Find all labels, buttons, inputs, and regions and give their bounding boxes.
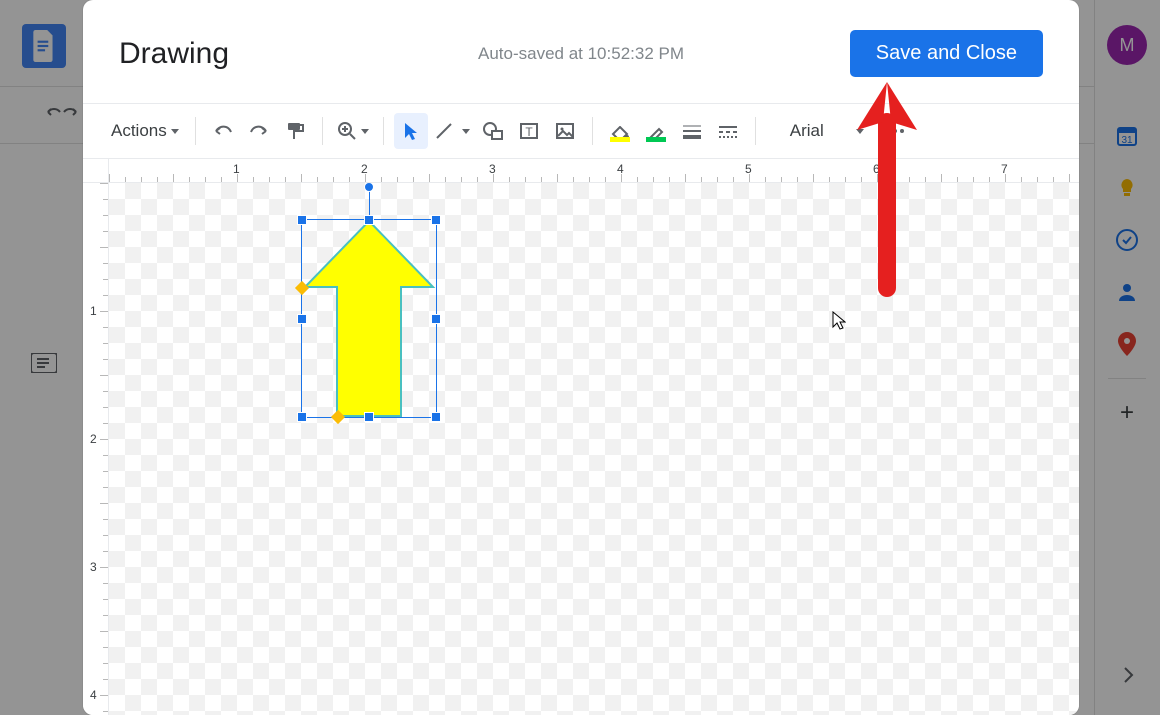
tasks-icon[interactable] <box>1094 214 1160 266</box>
collapse-side-panel-icon[interactable] <box>1095 655 1160 695</box>
rotation-handle[interactable] <box>364 183 374 192</box>
font-picker[interactable]: Arial <box>766 113 876 149</box>
drawing-dialog: Drawing Auto-saved at 10:52:32 PM Save a… <box>83 0 1079 715</box>
adjust-handle-1[interactable] <box>295 281 309 295</box>
resize-handle-bl[interactable] <box>297 412 307 422</box>
resize-handle-bm[interactable] <box>364 412 374 422</box>
undo-icon <box>40 102 84 127</box>
actions-label: Actions <box>111 121 167 141</box>
line-tool[interactable] <box>430 113 474 149</box>
outline-icon <box>24 345 64 381</box>
resize-handle-tr[interactable] <box>431 215 441 225</box>
ruler-v-label: 1 <box>90 304 97 318</box>
adjust-handle-2[interactable] <box>331 410 345 424</box>
drawing-toolbar: Actions T <box>83 103 1079 159</box>
chevron-down-icon <box>462 129 470 134</box>
dialog-title: Drawing <box>119 37 229 71</box>
image-tool[interactable] <box>548 113 582 149</box>
ruler-v-label: 3 <box>90 560 97 574</box>
save-and-close-button[interactable]: Save and Close <box>850 30 1043 77</box>
addons-plus-icon[interactable]: + <box>1094 387 1160 439</box>
drawing-canvas[interactable] <box>109 183 1079 715</box>
keep-icon[interactable] <box>1094 162 1160 214</box>
selection-box[interactable] <box>301 219 437 418</box>
docs-left-panel <box>0 145 84 715</box>
ruler-v-label: 2 <box>90 432 97 446</box>
border-color-button[interactable] <box>639 113 673 149</box>
chevron-down-icon <box>171 129 179 134</box>
docs-side-panel: M 31 + <box>1094 0 1160 715</box>
fill-color-swatch <box>610 137 630 142</box>
resize-handle-ml[interactable] <box>297 314 307 324</box>
chevron-down-icon <box>361 129 369 134</box>
redo-button[interactable] <box>242 113 276 149</box>
resize-handle-tm[interactable] <box>364 215 374 225</box>
border-color-swatch <box>646 137 666 142</box>
font-name-label: Arial <box>772 121 830 141</box>
chevron-down-icon <box>856 129 864 134</box>
actions-menu[interactable]: Actions <box>105 113 185 149</box>
docs-logo-icon <box>22 24 66 68</box>
rulers: 1234567 <box>83 159 1079 183</box>
resize-handle-tl[interactable] <box>297 215 307 225</box>
dialog-header: Drawing Auto-saved at 10:52:32 PM Save a… <box>83 0 1079 103</box>
ruler-v-label: 4 <box>90 688 97 702</box>
resize-handle-br[interactable] <box>431 412 441 422</box>
resize-handle-mr[interactable] <box>431 314 441 324</box>
calendar-icon[interactable]: 31 <box>1094 110 1160 162</box>
shape-tool[interactable] <box>476 113 510 149</box>
svg-text:T: T <box>525 125 533 139</box>
ruler-horizontal[interactable]: 1234567 <box>109 159 1079 183</box>
avatar[interactable]: M <box>1107 25 1147 65</box>
zoom-button[interactable] <box>333 113 373 149</box>
svg-text:31: 31 <box>1121 135 1133 146</box>
border-dash-button[interactable] <box>711 113 745 149</box>
paint-format-button[interactable] <box>278 113 312 149</box>
textbox-tool[interactable]: T <box>512 113 546 149</box>
border-weight-button[interactable] <box>675 113 709 149</box>
undo-button[interactable] <box>206 113 240 149</box>
fill-color-button[interactable] <box>603 113 637 149</box>
more-options-button[interactable] <box>878 113 912 149</box>
cursor-icon <box>832 311 846 331</box>
ruler-corner <box>83 159 109 183</box>
avatar-initial: M <box>1120 35 1135 56</box>
maps-icon[interactable] <box>1094 318 1160 370</box>
ruler-vertical[interactable]: 1 2 3 4 <box>83 183 109 715</box>
select-tool[interactable] <box>394 113 428 149</box>
contacts-icon[interactable] <box>1094 266 1160 318</box>
